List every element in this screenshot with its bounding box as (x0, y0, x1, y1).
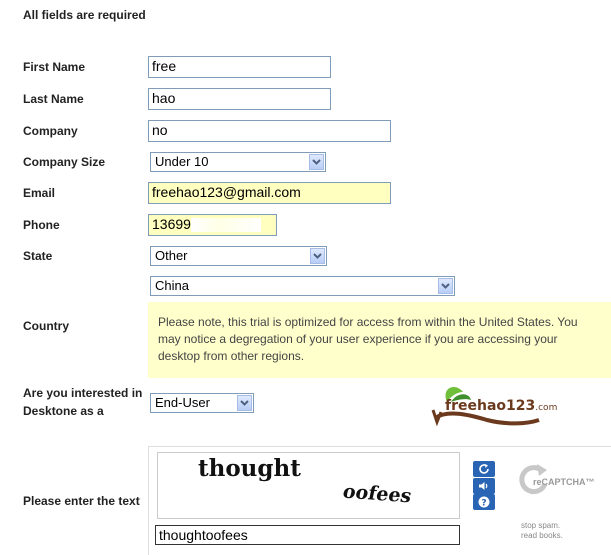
state-value: Other (155, 248, 188, 263)
captcha-image: thought oofees (157, 452, 460, 519)
refresh-icon[interactable] (473, 461, 495, 477)
interest-label-line2: Desktone as a (23, 404, 104, 418)
phone-value: 13699 (152, 216, 191, 232)
company-size-label: Company Size (23, 155, 106, 169)
phone-redaction (190, 218, 261, 233)
svg-text:?: ? (481, 499, 486, 509)
interest-value: End-User (155, 395, 210, 410)
recaptcha-logo: reCAPTCHA™ (517, 462, 597, 502)
last-name-input[interactable]: hao (148, 88, 331, 110)
first-name-input[interactable]: free (148, 56, 331, 78)
company-label: Company (23, 124, 78, 138)
email-input[interactable]: freehao123@gmail.com (148, 182, 391, 204)
chevron-down-icon[interactable] (438, 278, 453, 294)
company-size-select[interactable]: Under 10 (150, 152, 326, 172)
audio-icon[interactable] (473, 478, 495, 494)
captcha-label: Please enter the text (23, 494, 140, 508)
watermark-logo: freehao123.com (427, 380, 557, 432)
interest-select[interactable]: End-User (150, 393, 254, 413)
interest-label-line1: Are you interested in (23, 386, 143, 400)
first-name-label: First Name (23, 60, 86, 74)
recaptcha-slogan: stop spam. read books. (521, 521, 563, 541)
company-size-value: Under 10 (155, 154, 209, 169)
country-select[interactable]: China (150, 276, 455, 296)
help-icon[interactable]: ? (473, 494, 495, 510)
required-fields-note: All fields are required (23, 8, 146, 22)
phone-label: Phone (23, 218, 60, 232)
country-value: China (155, 278, 189, 293)
chevron-down-icon[interactable] (309, 154, 324, 170)
watermark-suffix: .com (535, 403, 558, 413)
company-input[interactable]: no (148, 120, 391, 142)
chevron-down-icon[interactable] (310, 248, 325, 264)
phone-input[interactable]: 13699 (148, 214, 277, 236)
country-label: Country (23, 319, 69, 333)
captcha-answer-input[interactable]: thoughtoofees (155, 525, 460, 545)
captcha-word-2: oofees (340, 480, 414, 508)
recaptcha-slogan-line1: stop spam. (521, 521, 561, 530)
country-notice: Please note, this trial is optimized for… (148, 302, 611, 378)
recaptcha-brand: reCAPTCHA™ (533, 477, 595, 487)
recaptcha-slogan-line2: read books. (521, 531, 563, 540)
state-select[interactable]: Other (150, 246, 327, 266)
state-label: State (23, 249, 53, 263)
chevron-down-icon[interactable] (237, 395, 252, 411)
watermark-text: freehao123 (445, 398, 536, 414)
last-name-label: Last Name (23, 92, 84, 106)
captcha-word-1: thought (198, 455, 301, 482)
email-label: Email (23, 186, 56, 200)
